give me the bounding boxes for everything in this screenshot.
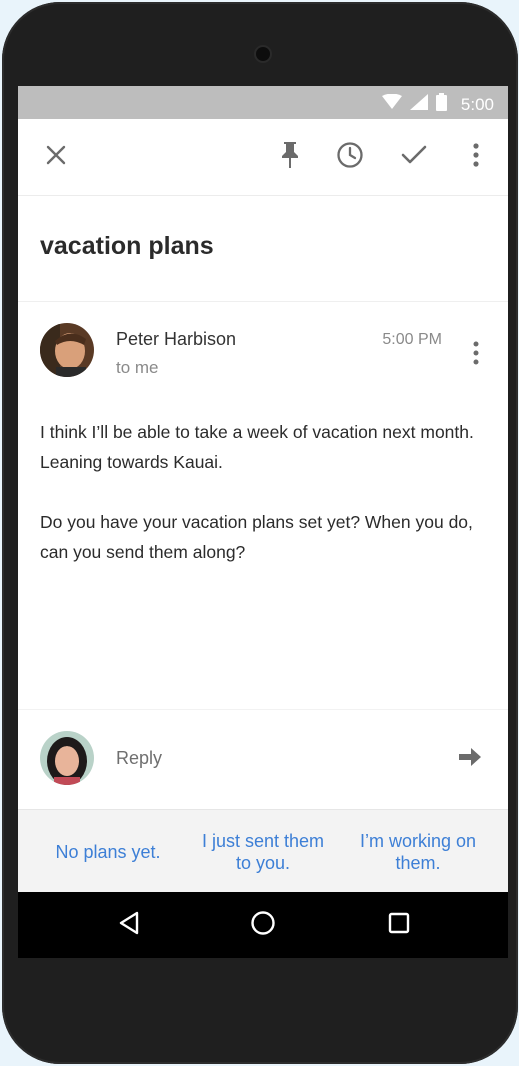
close-button[interactable] <box>40 141 72 173</box>
divider <box>18 301 508 302</box>
home-icon <box>250 910 276 941</box>
message-more-button[interactable] <box>464 340 488 370</box>
done-button[interactable] <box>398 141 430 173</box>
sender-avatar[interactable] <box>40 323 94 377</box>
send-button[interactable] <box>456 746 484 772</box>
status-bar: 5:00 <box>18 86 508 119</box>
message-time: 5:00 PM <box>382 331 442 348</box>
reply-input[interactable]: Reply <box>116 748 162 769</box>
front-camera <box>256 47 270 61</box>
phone-frame: 5:00 vacation plans Peter Harbison to me… <box>2 2 518 1064</box>
message-paragraph: I think I’ll be able to take a week of v… <box>40 422 474 472</box>
snooze-clock-icon <box>336 141 364 174</box>
done-check-icon <box>401 145 427 170</box>
close-icon <box>46 145 66 170</box>
smart-reply-chip[interactable]: I just sent them to you. <box>198 810 328 893</box>
wifi-icon <box>381 93 402 115</box>
more-options-button[interactable] <box>460 141 492 173</box>
snooze-button[interactable] <box>334 141 366 173</box>
screen: 5:00 vacation plans Peter Harbison to me… <box>18 86 508 958</box>
status-time: 5:00 <box>460 94 494 114</box>
back-button[interactable] <box>113 909 145 941</box>
recents-button[interactable] <box>383 909 415 941</box>
toolbar <box>18 119 508 196</box>
message-paragraph: Do you have your vacation plans set yet?… <box>40 512 473 562</box>
recents-icon <box>388 912 410 939</box>
navigation-bar <box>18 892 508 958</box>
thread-subject: vacation plans <box>40 232 214 260</box>
battery-icon <box>435 93 447 116</box>
arrow-forward-icon <box>459 747 481 771</box>
more-vert-icon <box>472 340 480 371</box>
user-avatar <box>40 731 94 785</box>
more-vert-icon <box>472 142 480 173</box>
divider <box>18 709 508 710</box>
smart-reply-bar: No plans yet. I just sent them to you. I… <box>18 809 508 893</box>
home-button[interactable] <box>247 909 279 941</box>
sender-name: Peter Harbison <box>116 329 237 349</box>
pin-icon <box>280 141 300 174</box>
smart-reply-chip[interactable]: No plans yet. <box>38 810 178 893</box>
recipient-label: to me <box>116 358 159 377</box>
back-icon <box>118 911 140 940</box>
pin-button[interactable] <box>274 141 306 173</box>
signal-icon <box>409 94 428 115</box>
smart-reply-chip[interactable]: I’m working on them. <box>353 810 483 893</box>
